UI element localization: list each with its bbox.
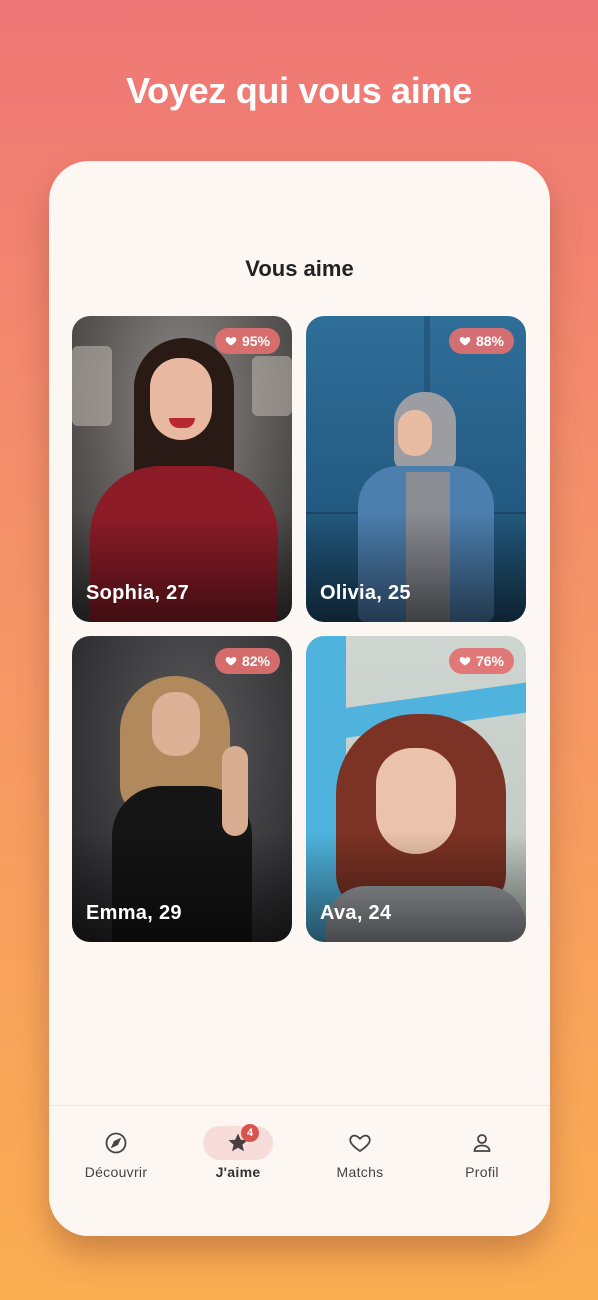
nav-label: Profil: [465, 1164, 499, 1180]
profile-card[interactable]: 82% Emma, 29: [72, 636, 292, 942]
match-percent: 76%: [475, 653, 504, 669]
match-percent: 88%: [475, 333, 504, 349]
nav-item-profile[interactable]: Profil: [427, 1126, 537, 1196]
bottom-nav: Découvrir 4 J'aime Matchs Profil: [49, 1105, 550, 1236]
profile-name: Ava, 24: [320, 902, 392, 924]
heart-icon: [459, 337, 471, 346]
profile-card[interactable]: 95% Sophia, 27: [72, 316, 292, 622]
phone-frame: Vous aime 95% Sophia, 27 88% Olivia, 25 …: [49, 161, 550, 1236]
heart-icon: [225, 657, 237, 666]
nav-item-discover[interactable]: Découvrir: [61, 1126, 171, 1196]
heart-icon: [459, 657, 471, 666]
user-icon: [473, 1134, 491, 1152]
nav-item-matches[interactable]: Matchs: [305, 1126, 415, 1196]
nav-label: J'aime: [215, 1164, 261, 1180]
nav-label: Découvrir: [84, 1164, 148, 1180]
match-badge: 82%: [214, 648, 280, 674]
heart-icon: [225, 337, 237, 346]
nav-label: Matchs: [336, 1164, 384, 1180]
marketing-headline: Voyez qui vous aime: [126, 70, 472, 111]
profile-name: Sophia, 27: [86, 582, 190, 604]
profile-name: Emma, 29: [86, 902, 182, 924]
screen-title: Vous aime: [245, 256, 354, 281]
match-percent: 82%: [241, 653, 270, 669]
compass-icon: [105, 1132, 127, 1154]
profile-name: Olivia, 25: [320, 582, 411, 604]
match-badge: 95%: [214, 328, 280, 354]
match-badge: 76%: [448, 648, 514, 674]
nav-item-likes[interactable]: 4 J'aime: [183, 1124, 293, 1196]
profile-card[interactable]: 76% Ava, 24: [306, 636, 526, 942]
profile-card[interactable]: 88% Olivia, 25: [306, 316, 526, 622]
match-percent: 95%: [241, 333, 270, 349]
match-badge: 88%: [448, 328, 514, 354]
notification-badge: 4: [241, 1124, 259, 1142]
heart-icon: [349, 1134, 371, 1153]
